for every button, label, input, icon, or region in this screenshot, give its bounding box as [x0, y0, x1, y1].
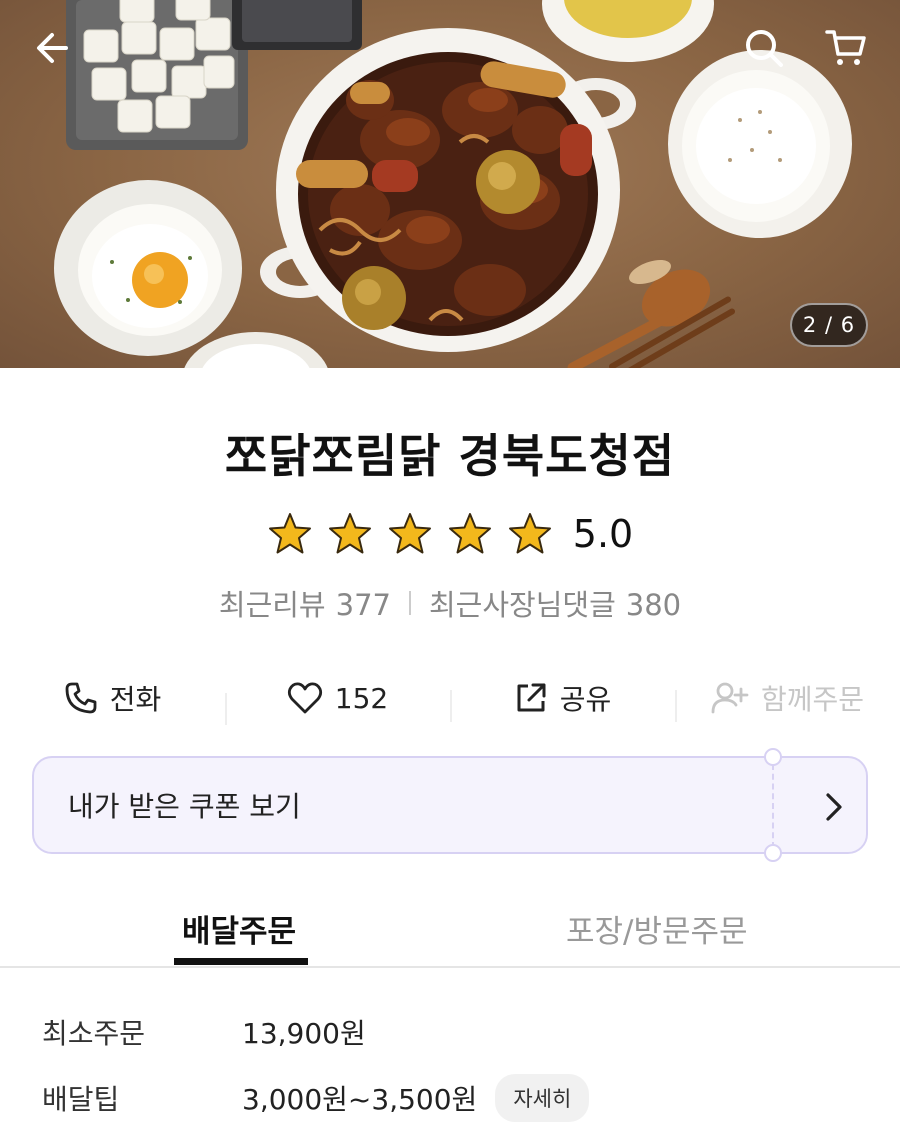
action-bar: 전화 152 공유 함께주문	[0, 668, 900, 728]
search-icon	[746, 30, 783, 67]
call-button[interactable]: 전화	[0, 678, 225, 718]
tab-delivery-label: 배달주문	[182, 914, 297, 950]
star-rating	[267, 511, 553, 557]
tab-pickup[interactable]: 포장/방문주문	[450, 890, 900, 966]
tab-pickup-label: 포장/방문주문	[566, 914, 748, 950]
delivery-tip-detail-button[interactable]: 자세히	[495, 1074, 590, 1122]
phone-icon	[65, 682, 97, 714]
share-icon	[517, 683, 546, 712]
star-icon	[268, 513, 311, 554]
delivery-tip-row: 배달팁 3,000원~3,500원 자세히	[42, 1074, 590, 1122]
order-type-tabs: 배달주문 포장/방문주문	[0, 890, 900, 968]
recent-reviews-label: 최근리뷰	[218, 588, 326, 622]
min-order-value: 13,900원	[242, 1017, 366, 1050]
delivery-tip-label: 배달팁	[42, 1083, 120, 1116]
coupon-label: 내가 받은 쿠폰 보기	[68, 790, 301, 823]
share-button[interactable]: 공유	[450, 678, 675, 722]
share-label: 공유	[559, 683, 612, 716]
chevron-right-icon	[804, 784, 864, 830]
tab-delivery[interactable]: 배달주문	[0, 890, 450, 966]
cart-icon	[825, 30, 866, 65]
arrow-left-icon	[37, 33, 68, 63]
star-icon	[448, 513, 491, 554]
group-order-label: 함께주문	[760, 683, 865, 716]
back-button[interactable]	[28, 24, 76, 72]
heart-icon	[287, 682, 322, 714]
rating-row: 5.0	[0, 506, 900, 562]
recent-reviews[interactable]: 최근리뷰 377	[219, 582, 391, 624]
recent-reviews-count: 377	[335, 588, 391, 622]
my-coupons-button[interactable]: 내가 받은 쿠폰 보기	[32, 748, 868, 862]
owner-replies[interactable]: 최근사장님댓글 380	[429, 582, 681, 624]
owner-replies-label: 최근사장님댓글	[428, 588, 616, 622]
search-button[interactable]	[740, 24, 788, 72]
image-page-counter: 2 / 6	[790, 303, 868, 347]
min-order-label: 최소주문	[42, 1017, 146, 1050]
cart-button[interactable]	[822, 24, 870, 72]
rating-value: 5.0	[572, 512, 634, 556]
coupon-divider	[772, 764, 774, 848]
like-button[interactable]: 152	[225, 681, 450, 725]
like-count: 152	[334, 681, 389, 715]
divider	[408, 591, 411, 615]
coupon-notch-bottom	[764, 844, 782, 862]
min-order-row: 최소주문 13,900원	[42, 1012, 366, 1052]
store-name: 쪼닭쪼림닭 경북도청점	[224, 429, 676, 483]
call-label: 전화	[109, 683, 162, 716]
owner-replies-count: 380	[625, 588, 682, 622]
star-icon	[328, 513, 371, 554]
star-icon	[508, 513, 551, 554]
coupon-notch-top	[764, 748, 782, 766]
hero-image-carousel[interactable]: 2 / 6	[0, 0, 900, 368]
review-stats: 최근리뷰 377 최근사장님댓글 380	[0, 582, 900, 624]
star-icon	[388, 513, 431, 554]
group-order-button[interactable]: 함께주문	[675, 678, 900, 722]
add-user-icon	[711, 682, 749, 714]
delivery-tip-value: 3,000원~3,500원	[242, 1083, 478, 1116]
